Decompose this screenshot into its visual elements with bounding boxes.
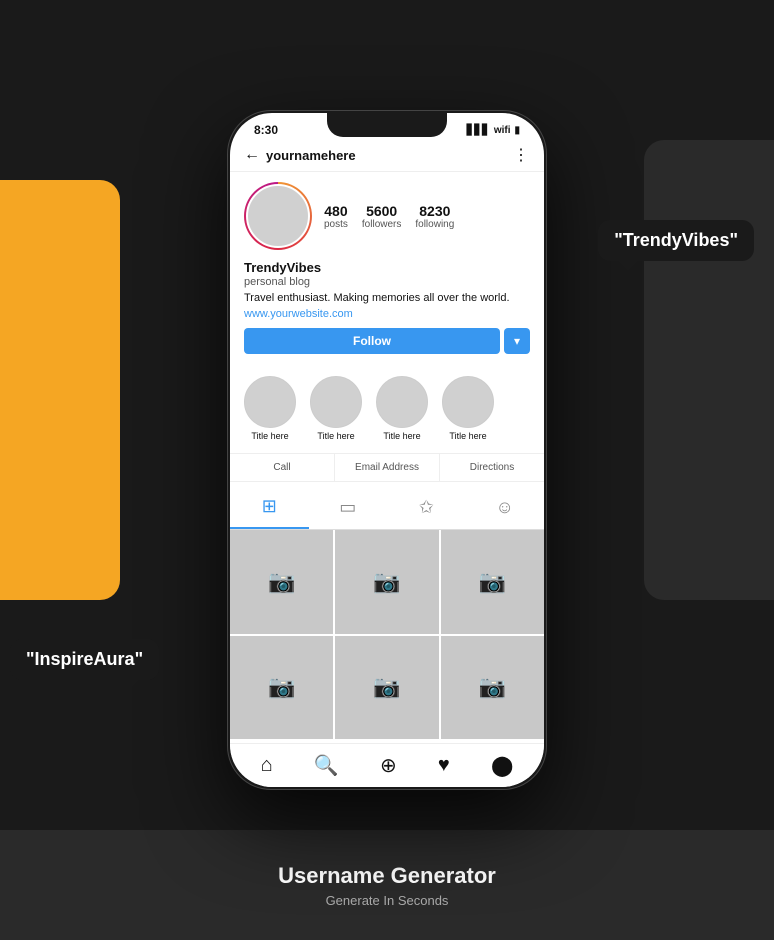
profile-bio: Travel enthusiast. Making memories all o…	[244, 291, 530, 306]
highlight-item-1[interactable]: Title here	[244, 376, 296, 441]
follow-button[interactable]: Follow	[244, 328, 500, 354]
list-icon: ▭	[339, 497, 356, 518]
camera-icon-3: 📷	[479, 569, 506, 595]
add-nav-icon[interactable]: ⊕	[380, 753, 397, 778]
profile-name: TrendyVibes	[244, 260, 530, 275]
camera-icon-2: 📷	[373, 569, 400, 595]
status-icons: ▋▋▋ wifi ▮	[467, 125, 520, 136]
follow-row: Follow ▾	[244, 328, 530, 354]
notch	[327, 113, 447, 137]
camera-icon-4: 📷	[268, 674, 295, 700]
avatar	[246, 184, 310, 248]
search-nav-icon[interactable]: 🔍	[314, 753, 339, 778]
footer-title: Username Generator	[278, 863, 496, 889]
story-highlights: Title here Title here Title here Title h…	[230, 368, 544, 449]
grid-icon: ⊞	[262, 496, 277, 517]
stats-row: 480 posts 5600 followers 8230 following	[324, 203, 530, 230]
highlight-label-3: Title here	[383, 431, 420, 441]
grid-cell-6[interactable]: 📷	[441, 636, 544, 739]
grid-cell-3[interactable]: 📷	[441, 530, 544, 633]
profile-category: personal blog	[244, 276, 530, 288]
action-buttons: Call Email Address Directions	[230, 453, 544, 482]
reels-icon: ✩	[419, 497, 434, 518]
phone-frame: 8:30 ▋▋▋ wifi ▮ ← yournamehere ⋮	[227, 110, 547, 790]
profile-section: 480 posts 5600 followers 8230 following	[230, 172, 544, 368]
footer-subtitle: Generate In Seconds	[326, 893, 449, 908]
highlight-circle-4	[442, 376, 494, 428]
yellow-background-rect	[0, 180, 120, 600]
tab-grid[interactable]: ⊞	[230, 486, 309, 529]
status-time: 8:30	[254, 123, 278, 137]
directions-button[interactable]: Directions	[440, 454, 544, 481]
grid-cell-5[interactable]: 📷	[335, 636, 438, 739]
grid-cell-4[interactable]: 📷	[230, 636, 333, 739]
tagged-icon: ☺	[496, 497, 514, 518]
highlight-item-3[interactable]: Title here	[376, 376, 428, 441]
posts-stat: 480 posts	[324, 203, 348, 230]
tab-reels[interactable]: ✩	[387, 486, 466, 529]
back-button[interactable]: ←	[244, 146, 260, 164]
call-button[interactable]: Call	[230, 454, 335, 481]
header-left: ← yournamehere	[244, 146, 356, 164]
profile-nav-icon[interactable]: ⬤	[491, 753, 513, 778]
following-count: 8230	[419, 203, 450, 219]
highlight-circle-1	[244, 376, 296, 428]
highlight-label-2: Title here	[317, 431, 354, 441]
followers-label: followers	[362, 219, 401, 230]
more-options-button[interactable]: ⋮	[513, 145, 530, 165]
profile-top: 480 posts 5600 followers 8230 following	[244, 182, 530, 250]
camera-icon-1: 📷	[268, 569, 295, 595]
tab-tagged[interactable]: ☺	[466, 486, 545, 529]
highlight-label-1: Title here	[251, 431, 288, 441]
phone-screen: 8:30 ▋▋▋ wifi ▮ ← yournamehere ⋮	[230, 113, 544, 787]
avatar-ring	[244, 182, 312, 250]
highlight-item-2[interactable]: Title here	[310, 376, 362, 441]
inspire-aura-bubble: "InspireAura"	[10, 639, 159, 680]
following-stat: 8230 following	[415, 203, 454, 230]
home-nav-icon[interactable]: ⌂	[261, 754, 273, 777]
battery-icon: ▮	[514, 125, 520, 136]
phone-mockup: 8:30 ▋▋▋ wifi ▮ ← yournamehere ⋮	[227, 110, 547, 790]
dark-background-rect	[644, 140, 774, 600]
photo-grid: 📷 📷 📷 📷 📷 📷	[230, 530, 544, 739]
followers-count: 5600	[366, 203, 397, 219]
highlight-label-4: Title here	[449, 431, 486, 441]
signal-icon: ▋▋▋	[467, 125, 490, 136]
instagram-header: ← yournamehere ⋮	[230, 141, 544, 172]
posts-label: posts	[324, 219, 348, 230]
bubble-trendy-text: "TrendyVibes"	[614, 230, 738, 250]
highlight-circle-2	[310, 376, 362, 428]
camera-icon-5: 📷	[373, 674, 400, 700]
tab-list[interactable]: ▭	[309, 486, 388, 529]
content-tab-bar: ⊞ ▭ ✩ ☺	[230, 486, 544, 530]
footer-section: Username Generator Generate In Seconds	[0, 830, 774, 940]
camera-icon-6: 📷	[479, 674, 506, 700]
following-label: following	[415, 219, 454, 230]
email-button[interactable]: Email Address	[335, 454, 440, 481]
profile-website[interactable]: www.yourwebsite.com	[244, 308, 530, 320]
likes-nav-icon[interactable]: ♥	[438, 754, 450, 777]
wifi-icon: wifi	[494, 125, 511, 136]
followers-stat: 5600 followers	[362, 203, 401, 230]
grid-cell-2[interactable]: 📷	[335, 530, 438, 633]
profile-username: yournamehere	[266, 148, 356, 163]
posts-count: 480	[324, 203, 347, 219]
highlight-circle-3	[376, 376, 428, 428]
bubble-inspire-text: "InspireAura"	[26, 649, 143, 669]
trendy-vibes-bubble: "TrendyVibes"	[598, 220, 754, 261]
follow-dropdown-button[interactable]: ▾	[504, 328, 530, 354]
grid-cell-1[interactable]: 📷	[230, 530, 333, 633]
bottom-nav: ⌂ 🔍 ⊕ ♥ ⬤	[230, 743, 544, 787]
highlight-item-4[interactable]: Title here	[442, 376, 494, 441]
